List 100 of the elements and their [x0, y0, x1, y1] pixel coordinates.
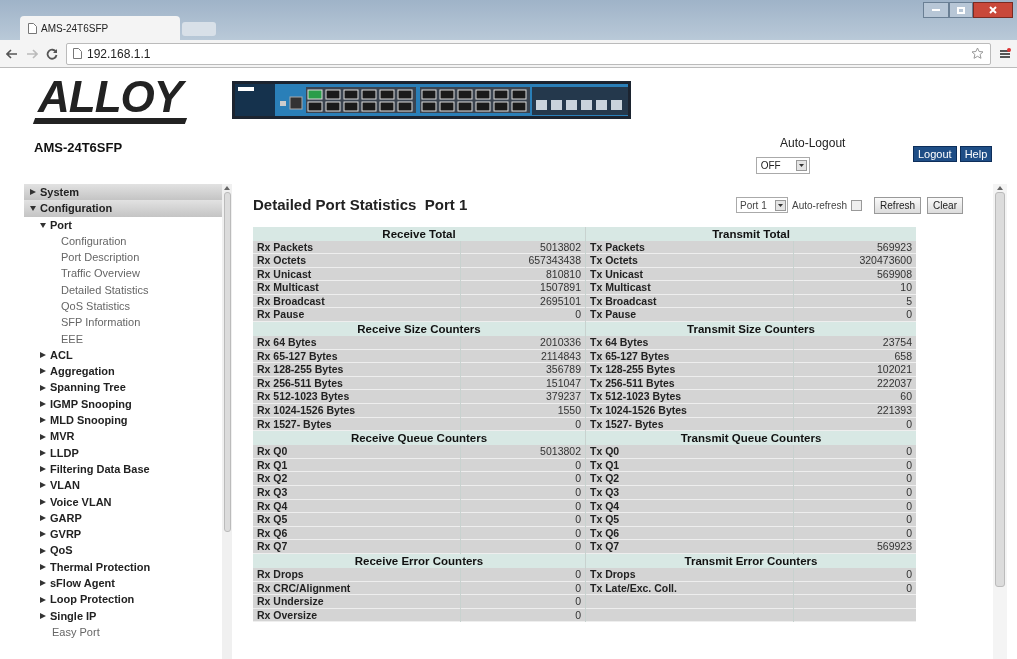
menu-group[interactable]: Voice VLAN — [24, 493, 222, 510]
device-model: AMS-24T6SFP — [34, 139, 123, 157]
stat-value: 569923 — [794, 540, 916, 554]
stat-value: 0 — [461, 486, 585, 500]
dropdown-caret-icon — [795, 160, 807, 171]
section-header: Receive Queue Counters — [253, 431, 585, 446]
menu-item[interactable]: QoS Statistics — [24, 298, 222, 315]
menu-group[interactable]: Port — [24, 216, 222, 233]
close-icon — [989, 6, 997, 14]
stat-label: Rx 1024-1526 Bytes — [253, 404, 460, 418]
stat-label: Tx Q5 — [586, 513, 793, 527]
stat-value: 0 — [461, 513, 585, 527]
menu-group[interactable]: Spanning Tree — [24, 379, 222, 396]
stat-label: Rx 128-255 Bytes — [253, 363, 460, 377]
menu-group[interactable]: IGMP Snooping — [24, 395, 222, 413]
menu-group[interactable]: sFlow Agent — [24, 575, 222, 592]
menu-icon[interactable] — [999, 47, 1011, 60]
menu-item[interactable]: Detailed Statistics — [24, 281, 222, 299]
stat-value: 0 — [794, 486, 916, 500]
stat-label: Tx 1024-1526 Bytes — [586, 404, 793, 418]
scroll-up-arrow-icon[interactable] — [997, 186, 1003, 190]
stat-value: 102021 — [794, 363, 916, 377]
menu-item[interactable]: SFP Information — [24, 314, 222, 331]
menu-item[interactable]: Port Description — [24, 249, 222, 266]
browser-tab[interactable]: AMS-24T6SFP — [20, 16, 180, 40]
menu-item[interactable]: Configuration — [24, 232, 222, 250]
menu-group[interactable]: Configuration — [24, 200, 222, 217]
stat-value: 320473600 — [794, 254, 916, 268]
stat-label: Tx Multicast — [586, 281, 793, 295]
stat-label: Rx Q0 — [253, 445, 460, 459]
stat-value: 657343438 — [461, 254, 585, 268]
auto-logout-label: Auto-Logout — [780, 135, 846, 152]
menu-group[interactable]: Loop Protection — [24, 591, 222, 608]
stat-label: Rx Multicast — [253, 281, 460, 295]
menu-group[interactable]: Filtering Data Base — [24, 461, 222, 478]
menu-group[interactable]: Single IP — [24, 607, 222, 624]
stat-value: 23754 — [794, 336, 916, 350]
header-button[interactable]: Logout — [913, 146, 957, 162]
page-scrollbar[interactable] — [993, 184, 1007, 659]
menu-item[interactable]: Traffic Overview — [24, 265, 222, 282]
port-select[interactable]: Port 1 — [736, 197, 789, 214]
header-button[interactable]: Help — [959, 146, 993, 162]
section-header: Receive Size Counters — [253, 322, 585, 337]
address-bar[interactable]: 192.168.1.1 — [66, 42, 991, 65]
stat-value: 1550 — [461, 404, 585, 418]
menu-item[interactable]: Easy Port — [24, 624, 222, 641]
menu-group[interactable]: MLD Snooping — [24, 412, 222, 429]
stat-value: 5013802 — [461, 445, 585, 459]
sidebar-scrollbar[interactable] — [222, 184, 232, 659]
stat-label: Tx Pause — [586, 308, 793, 323]
stat-label: Rx Q5 — [253, 513, 460, 527]
auto-refresh-checkbox[interactable] — [851, 199, 863, 211]
action-button[interactable]: Clear — [927, 196, 963, 214]
stat-label: Tx 128-255 Bytes — [586, 363, 793, 377]
stat-value: 0 — [461, 540, 585, 554]
stat-value: 0 — [794, 445, 916, 459]
stat-value: 0 — [794, 472, 916, 486]
page-icon — [73, 48, 82, 59]
stat-value: 0 — [461, 595, 585, 609]
page-title: Detailed Port Statistics Port 1 — [253, 195, 468, 215]
scroll-up-arrow-icon[interactable] — [224, 186, 230, 190]
menu-item[interactable]: EEE — [24, 330, 222, 347]
close-button[interactable] — [973, 2, 1013, 18]
star-icon[interactable] — [971, 47, 984, 60]
stat-label: Rx Q2 — [253, 472, 460, 486]
menu-group[interactable]: MVR — [24, 428, 222, 445]
stat-label: Rx 64 Bytes — [253, 336, 460, 350]
menu-group[interactable]: LLDP — [24, 444, 222, 462]
menu-group[interactable]: Thermal Protection — [24, 558, 222, 576]
stat-value: 0 — [461, 472, 585, 486]
stat-value: 10 — [794, 281, 916, 295]
logo: ALLOY — [34, 74, 187, 124]
minimize-button[interactable] — [923, 2, 949, 18]
stat-label: Tx Q0 — [586, 445, 793, 459]
menu-group[interactable]: QoS — [24, 542, 222, 559]
stat-value: 356789 — [461, 363, 585, 377]
action-button[interactable]: Refresh — [874, 196, 922, 214]
menu-group[interactable]: VLAN — [24, 477, 222, 494]
stat-label: Tx Q2 — [586, 472, 793, 486]
menu-group[interactable]: System — [24, 184, 222, 201]
stat-label: Tx Q7 — [586, 540, 793, 554]
section-header: Transmit Total — [586, 226, 916, 241]
menu-group[interactable]: ACL — [24, 346, 222, 364]
maximize-button[interactable] — [949, 2, 973, 18]
stat-label: Rx Q3 — [253, 486, 460, 500]
menu-group[interactable]: GVRP — [24, 526, 222, 543]
auto-logout-select[interactable]: OFF — [755, 157, 810, 174]
section-header: Transmit Queue Counters — [586, 431, 916, 446]
stat-value: 0 — [461, 308, 585, 323]
stat-label: Rx Undersize — [253, 595, 460, 609]
stat-value: 60 — [794, 390, 916, 405]
stat-label: Tx Octets — [586, 254, 793, 268]
menu-group[interactable]: GARP — [24, 509, 222, 527]
stat-value: 1507891 — [461, 281, 585, 295]
stat-label: Tx 64 Bytes — [586, 336, 793, 350]
stat-value: 379237 — [461, 390, 585, 405]
back-arrow-icon[interactable] — [6, 48, 18, 59]
menu-group[interactable]: Aggregation — [24, 363, 222, 380]
reload-icon[interactable] — [46, 47, 58, 60]
stat-value: 0 — [794, 308, 916, 323]
